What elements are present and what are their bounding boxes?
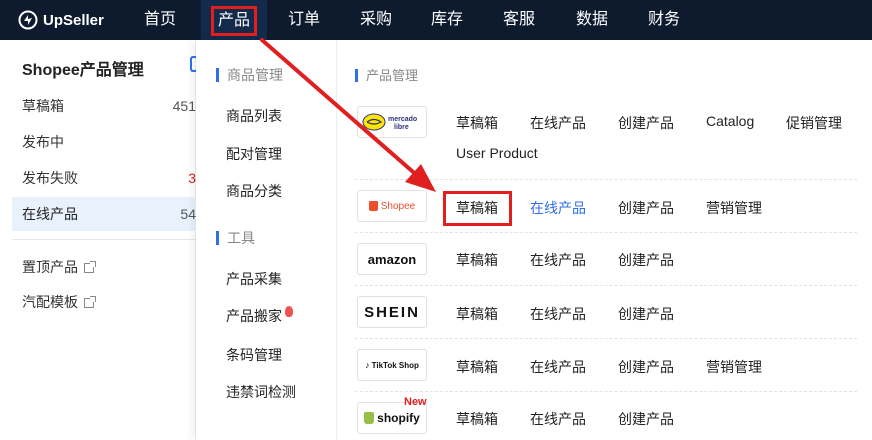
menu-item-pairing[interactable]: 配对管理 [226, 144, 282, 164]
mercadolibre-logo: mercado libre [357, 106, 427, 138]
menu-section-title: 工具 [216, 231, 255, 245]
sidebar-item-online[interactable]: 在线产品 54 [12, 197, 196, 231]
link-drafts[interactable]: 草稿箱 [456, 304, 498, 324]
menu-item-collect[interactable]: 产品采集 [226, 269, 282, 289]
sidebar-item-label: 汽配模板 [22, 294, 78, 310]
shopee-logo: Shopee [357, 190, 427, 222]
menu-section-title: 产品管理 [355, 69, 418, 82]
link-catalog[interactable]: Catalog [706, 113, 754, 129]
highlight-box [443, 191, 512, 226]
shopee-logo-text: Shopee [380, 200, 416, 212]
nav-product[interactable]: 产品 [201, 0, 267, 40]
menu-item-label: 产品搬家 [226, 308, 282, 324]
amazon-logo: amazon [357, 243, 427, 275]
menu-item-barcode[interactable]: 条码管理 [226, 345, 282, 365]
shein-logo: SHEIN [357, 296, 427, 328]
link-create-product[interactable]: 创建产品 [618, 198, 674, 218]
nav-product-label: 产品 [210, 6, 257, 36]
sidebar-item-label: 在线产品 [22, 206, 78, 222]
sidebar-item-drafts[interactable]: 草稿箱 451 [12, 89, 196, 123]
sidebar-item-label: 草稿箱 [22, 98, 64, 114]
link-online-products[interactable]: 在线产品 [530, 198, 586, 218]
link-drafts[interactable]: 草稿箱 [456, 250, 498, 270]
sidebar-item-auto-parts[interactable]: 汽配模板 [12, 285, 196, 319]
platform-row-shopify: shopify New 草稿箱 在线产品 创建产品 [355, 392, 857, 440]
tiktok-shop-logo: ♪ TikTok Shop [357, 349, 427, 381]
mercadolibre-logo-text: libre [394, 124, 409, 131]
top-nav: UpSeller 首页 产品 订单 采购 库存 客服 数据 财务 [0, 0, 872, 40]
link-online-products[interactable]: 在线产品 [530, 304, 586, 324]
nav-orders[interactable]: 订单 [280, 0, 328, 40]
sidebar-item-count: 54 [180, 206, 196, 222]
sidebar-item-label: 发布中 [22, 134, 64, 150]
menu-item-product-list[interactable]: 商品列表 [226, 106, 282, 126]
sidebar-item-pinned[interactable]: 置顶产品 [12, 250, 196, 284]
upseller-logo-icon [18, 10, 38, 30]
platform-row-shopee: Shopee 草稿箱 在线产品 创建产品 营销管理 [355, 180, 857, 233]
menu-item-forbidden-words[interactable]: 违禁词检测 [226, 382, 296, 402]
sidebar-divider [12, 239, 196, 240]
dropdown-menu-right: 产品管理 mercado libre 草稿箱 在线产品 创建产品 Catalog… [337, 40, 872, 440]
menu-section-title: 商品管理 [216, 68, 283, 82]
dropdown-menu-left: 商品管理 商品列表 配对管理 商品分类 工具 产品采集 产品搬家 条码管理 违禁… [196, 40, 337, 440]
nav-purchase[interactable]: 采购 [352, 0, 400, 40]
shopify-bag-icon [364, 412, 375, 424]
menu-item-categories[interactable]: 商品分类 [226, 181, 282, 201]
link-create-product[interactable]: 创建产品 [618, 357, 674, 377]
external-link-icon [84, 296, 96, 308]
sidebar-item-label: 置顶产品 [22, 259, 78, 275]
nav-data[interactable]: 数据 [568, 0, 616, 40]
platform-row-mercadolibre: mercado libre 草稿箱 在线产品 创建产品 Catalog 促销管理… [355, 98, 857, 180]
link-drafts[interactable]: 草稿箱 [456, 357, 498, 377]
platform-row-tiktok: ♪ TikTok Shop 草稿箱 在线产品 创建产品 营销管理 [355, 339, 857, 392]
platform-row-amazon: amazon 草稿箱 在线产品 创建产品 [355, 233, 857, 286]
nav-home[interactable]: 首页 [136, 0, 184, 40]
shopify-logo-text: shopify [377, 411, 420, 425]
brand-logo[interactable]: UpSeller [18, 9, 104, 31]
sidebar-title: Shopee产品管理 [22, 62, 144, 79]
link-online-products[interactable]: 在线产品 [530, 409, 586, 429]
link-create-product[interactable]: 创建产品 [618, 250, 674, 270]
link-create-product[interactable]: 创建产品 [618, 304, 674, 324]
tiktok-note-icon: ♪ [365, 360, 370, 370]
external-link-icon [84, 261, 96, 273]
sidebar-item-count: 451 [172, 98, 196, 114]
sidebar-item-label: 发布失败 [22, 170, 78, 186]
sidebar: Shopee产品管理 草稿箱 451 发布中 发布失败 3 在线产品 54 置顶… [0, 40, 196, 440]
nav-inventory[interactable]: 库存 [423, 0, 471, 40]
link-marketing[interactable]: 营销管理 [706, 357, 762, 377]
nav-customer-service[interactable]: 客服 [495, 0, 543, 40]
link-online-products[interactable]: 在线产品 [530, 113, 586, 133]
amazon-logo-text: amazon [367, 251, 417, 267]
link-drafts[interactable]: 草稿箱 [456, 409, 498, 429]
link-create-product[interactable]: 创建产品 [618, 113, 674, 133]
mercadolibre-logo-text: mercado [388, 116, 417, 123]
link-create-product[interactable]: 创建产品 [618, 409, 674, 429]
link-online-products[interactable]: 在线产品 [530, 250, 586, 270]
brand-name: UpSeller [43, 11, 104, 29]
tiktok-logo-text: TikTok Shop [371, 360, 419, 370]
link-drafts[interactable]: 草稿箱 [456, 113, 498, 133]
platform-row-shein: SHEIN 草稿箱 在线产品 创建产品 [355, 286, 857, 339]
link-marketing[interactable]: 营销管理 [706, 198, 762, 218]
sidebar-item-failed[interactable]: 发布失败 3 [12, 161, 196, 195]
hot-fire-icon [285, 306, 293, 317]
link-user-product[interactable]: User Product [456, 145, 538, 161]
sidebar-item-count: 3 [188, 170, 196, 186]
nav-finance[interactable]: 财务 [640, 0, 688, 40]
shopee-bag-icon [368, 201, 378, 211]
menu-item-migrate[interactable]: 产品搬家 [226, 306, 293, 326]
link-online-products[interactable]: 在线产品 [530, 357, 586, 377]
link-promotions[interactable]: 促销管理 [786, 113, 842, 133]
shein-logo-text: SHEIN [364, 303, 420, 321]
sidebar-item-publishing[interactable]: 发布中 [12, 125, 196, 159]
new-badge: New [404, 396, 427, 408]
